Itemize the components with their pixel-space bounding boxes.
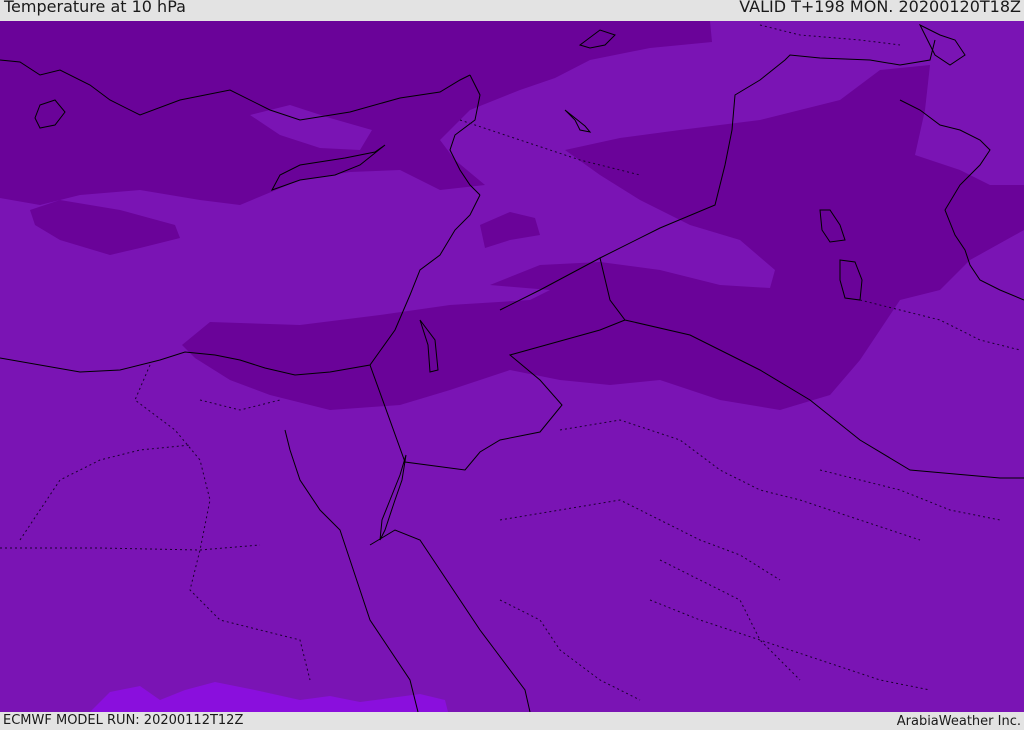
map-title: Temperature at 10 hPa	[4, 0, 186, 16]
header-bar: Temperature at 10 hPa VALID T+198 MON. 2…	[0, 0, 1024, 21]
footer-bar: ECMWF MODEL RUN: 20200112T12Z ArabiaWeat…	[0, 712, 1024, 729]
map-canvas	[0, 21, 1024, 712]
model-run: ECMWF MODEL RUN: 20200112T12Z	[3, 713, 244, 728]
weather-map[interactable]	[0, 21, 1024, 712]
valid-time: VALID T+198 MON. 20200120T18Z	[739, 0, 1021, 16]
credit: ArabiaWeather Inc.	[896, 714, 1021, 729]
